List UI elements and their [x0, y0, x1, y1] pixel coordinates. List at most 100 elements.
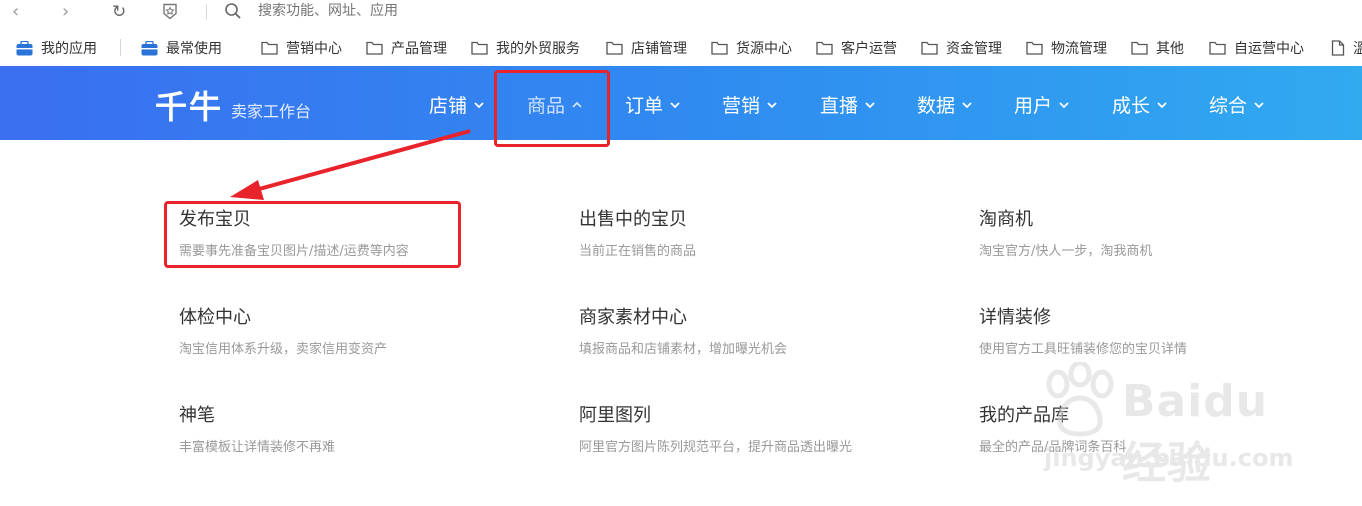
qianniu-logo[interactable]: 千牛: [155, 82, 223, 128]
folder-icon: [471, 41, 488, 55]
menu-item-desc: 淘宝信用体系升级，卖家信用变资产: [179, 342, 388, 357]
nav-growth[interactable]: 成长: [1112, 91, 1167, 118]
nav-label: 用户: [1014, 95, 1053, 117]
forward-icon[interactable]: ›: [62, 2, 69, 22]
folder-icon: [1026, 41, 1043, 55]
bookmark-my-apps[interactable]: 我的应用: [16, 37, 97, 59]
bookmark-foreign-trade[interactable]: 我的外贸服务: [471, 37, 580, 59]
menu-item-title: 体检中心: [179, 307, 251, 328]
bookmark-marketing-center[interactable]: 营销中心: [261, 37, 342, 59]
menu-item-product-library[interactable]: 我的产品库 最全的产品/品牌词条百科: [979, 401, 1126, 455]
toolbar-separator: [206, 4, 207, 20]
chevron-down-icon: [1059, 101, 1069, 108]
briefcase-icon: [141, 40, 158, 55]
nav-label: 直播: [820, 95, 859, 117]
menu-item-desc: 填报商品和店铺素材，增加曝光机会: [579, 342, 788, 357]
bookmark-truncated[interactable]: 溫: [1331, 37, 1362, 59]
menu-item-desc: 当前正在销售的商品: [579, 244, 697, 259]
menu-item-health-check[interactable]: 体检中心 淘宝信用体系升级，卖家信用变资产: [179, 303, 387, 357]
nav-label: 商品: [527, 95, 566, 117]
menu-item-title: 发布宝贝: [179, 209, 251, 230]
folder-icon: [816, 41, 833, 55]
menu-item-desc: 需要事先准备宝贝图片/描述/运费等内容: [179, 244, 409, 259]
chevron-down-icon: [865, 101, 875, 108]
search-icon: [225, 3, 241, 19]
menu-item-goods-on-sale[interactable]: 出售中的宝贝 当前正在销售的商品: [579, 205, 696, 259]
bookmark-other[interactable]: 其他: [1131, 37, 1184, 59]
nav-users[interactable]: 用户: [1014, 91, 1069, 118]
bookmark-logistics[interactable]: 物流管理: [1026, 37, 1107, 59]
bookmark-fund-management[interactable]: 资金管理: [921, 37, 1002, 59]
bookmark-label: 最常使用: [166, 41, 222, 57]
chevron-down-icon: [670, 101, 680, 108]
folder-icon: [261, 41, 278, 55]
bookmark-label: 店铺管理: [631, 41, 687, 57]
menu-item-title: 淘商机: [979, 209, 1033, 230]
bookmark-self-ops-center[interactable]: 自运营中心: [1209, 37, 1304, 59]
nav-data[interactable]: 数据: [917, 91, 972, 118]
bookmark-label: 溫: [1353, 41, 1362, 57]
watermark-brand: Baidu 经验: [1122, 376, 1269, 489]
bookmark-label: 货源中心: [736, 41, 792, 57]
briefcase-icon: [16, 40, 33, 55]
back-icon[interactable]: ‹: [12, 2, 19, 22]
bookmark-most-used[interactable]: 最常使用: [141, 37, 222, 59]
bookmark-supply-center[interactable]: 货源中心: [711, 37, 792, 59]
menu-item-ali-image-list[interactable]: 阿里图列 阿里官方图片陈列规范平台，提升商品透出曝光: [579, 401, 852, 455]
menu-item-desc: 使用官方工具旺铺装修您的宝贝详情: [979, 342, 1188, 357]
bookmark-product-management[interactable]: 产品管理: [366, 37, 447, 59]
menu-item-title: 我的产品库: [979, 405, 1069, 426]
nav-label: 成长: [1112, 95, 1151, 117]
chevron-down-icon: [962, 101, 972, 108]
qianniu-header: 千牛 卖家工作台 店铺 商品 订单 营销 直播 数据 用户 成长 综合: [0, 66, 1362, 140]
menu-item-publish-goods[interactable]: 发布宝贝 需要事先准备宝贝图片/描述/运费等内容: [179, 205, 409, 259]
shield-star-icon[interactable]: [162, 3, 178, 20]
bookmark-label: 其他: [1156, 41, 1184, 57]
nav-label: 数据: [917, 95, 956, 117]
reload-icon[interactable]: ↻: [112, 2, 126, 22]
menu-item-tao-opportunity[interactable]: 淘商机 淘宝官方/快人一步，淘我商机: [979, 205, 1152, 259]
chevron-down-icon: [474, 101, 484, 108]
menu-item-title: 商家素材中心: [579, 307, 687, 328]
bookmark-label: 营销中心: [286, 41, 342, 57]
menu-item-title: 出售中的宝贝: [579, 209, 687, 230]
nav-label: 订单: [625, 95, 664, 117]
folder-icon: [711, 41, 728, 55]
bookmark-label: 我的应用: [41, 41, 97, 57]
bookmark-customer-ops[interactable]: 客户运营: [816, 37, 897, 59]
bookmark-label: 我的外贸服务: [496, 41, 580, 57]
bookmark-label: 产品管理: [391, 41, 447, 57]
nav-label: 店铺: [429, 95, 468, 117]
folder-icon: [1131, 41, 1148, 55]
address-search-input[interactable]: [258, 0, 758, 22]
menu-item-detail-decoration[interactable]: 详情装修 使用官方工具旺铺装修您的宝贝详情: [979, 303, 1187, 357]
nav-label: 营销: [722, 95, 761, 117]
nav-label: 综合: [1209, 95, 1248, 117]
workbench-subtitle: 卖家工作台: [231, 102, 312, 121]
menu-item-desc: 阿里官方图片陈列规范平台，提升商品透出曝光: [579, 440, 853, 455]
bookmark-label: 资金管理: [946, 41, 1002, 57]
nav-general[interactable]: 综合: [1209, 91, 1264, 118]
chevron-down-icon: [1254, 101, 1264, 108]
nav-marketing[interactable]: 营销: [722, 91, 777, 118]
folder-icon: [606, 41, 623, 55]
bookmark-store-management[interactable]: 店铺管理: [606, 37, 687, 59]
bookmark-label: 客户运营: [841, 41, 897, 57]
folder-icon: [366, 41, 383, 55]
document-icon: [1331, 40, 1345, 56]
chevron-down-icon: [767, 101, 777, 108]
menu-item-material-center[interactable]: 商家素材中心 填报商品和店铺素材，增加曝光机会: [579, 303, 787, 357]
nav-store[interactable]: 店铺: [429, 91, 484, 118]
nav-orders[interactable]: 订单: [625, 91, 680, 118]
chevron-up-icon: [572, 101, 582, 108]
menu-item-desc: 丰富模板让详情装修不再难: [179, 440, 336, 455]
browser-toolbar: ‹ › ↻: [0, 0, 1362, 26]
bookmarks-divider: [120, 39, 121, 56]
bookmark-label: 物流管理: [1051, 41, 1107, 57]
menu-item-shenbi[interactable]: 神笔 丰富模板让详情装修不再难: [179, 401, 335, 455]
bookmarks-bar: 我的应用 最常使用 营销中心 产品管理 我的外贸服务 店铺管理 货源中心 客户运…: [0, 34, 1362, 62]
nav-live[interactable]: 直播: [820, 91, 875, 118]
nav-goods[interactable]: 商品: [527, 91, 582, 118]
menu-item-title: 阿里图列: [579, 405, 651, 426]
bookmark-label: 自运营中心: [1234, 41, 1304, 57]
